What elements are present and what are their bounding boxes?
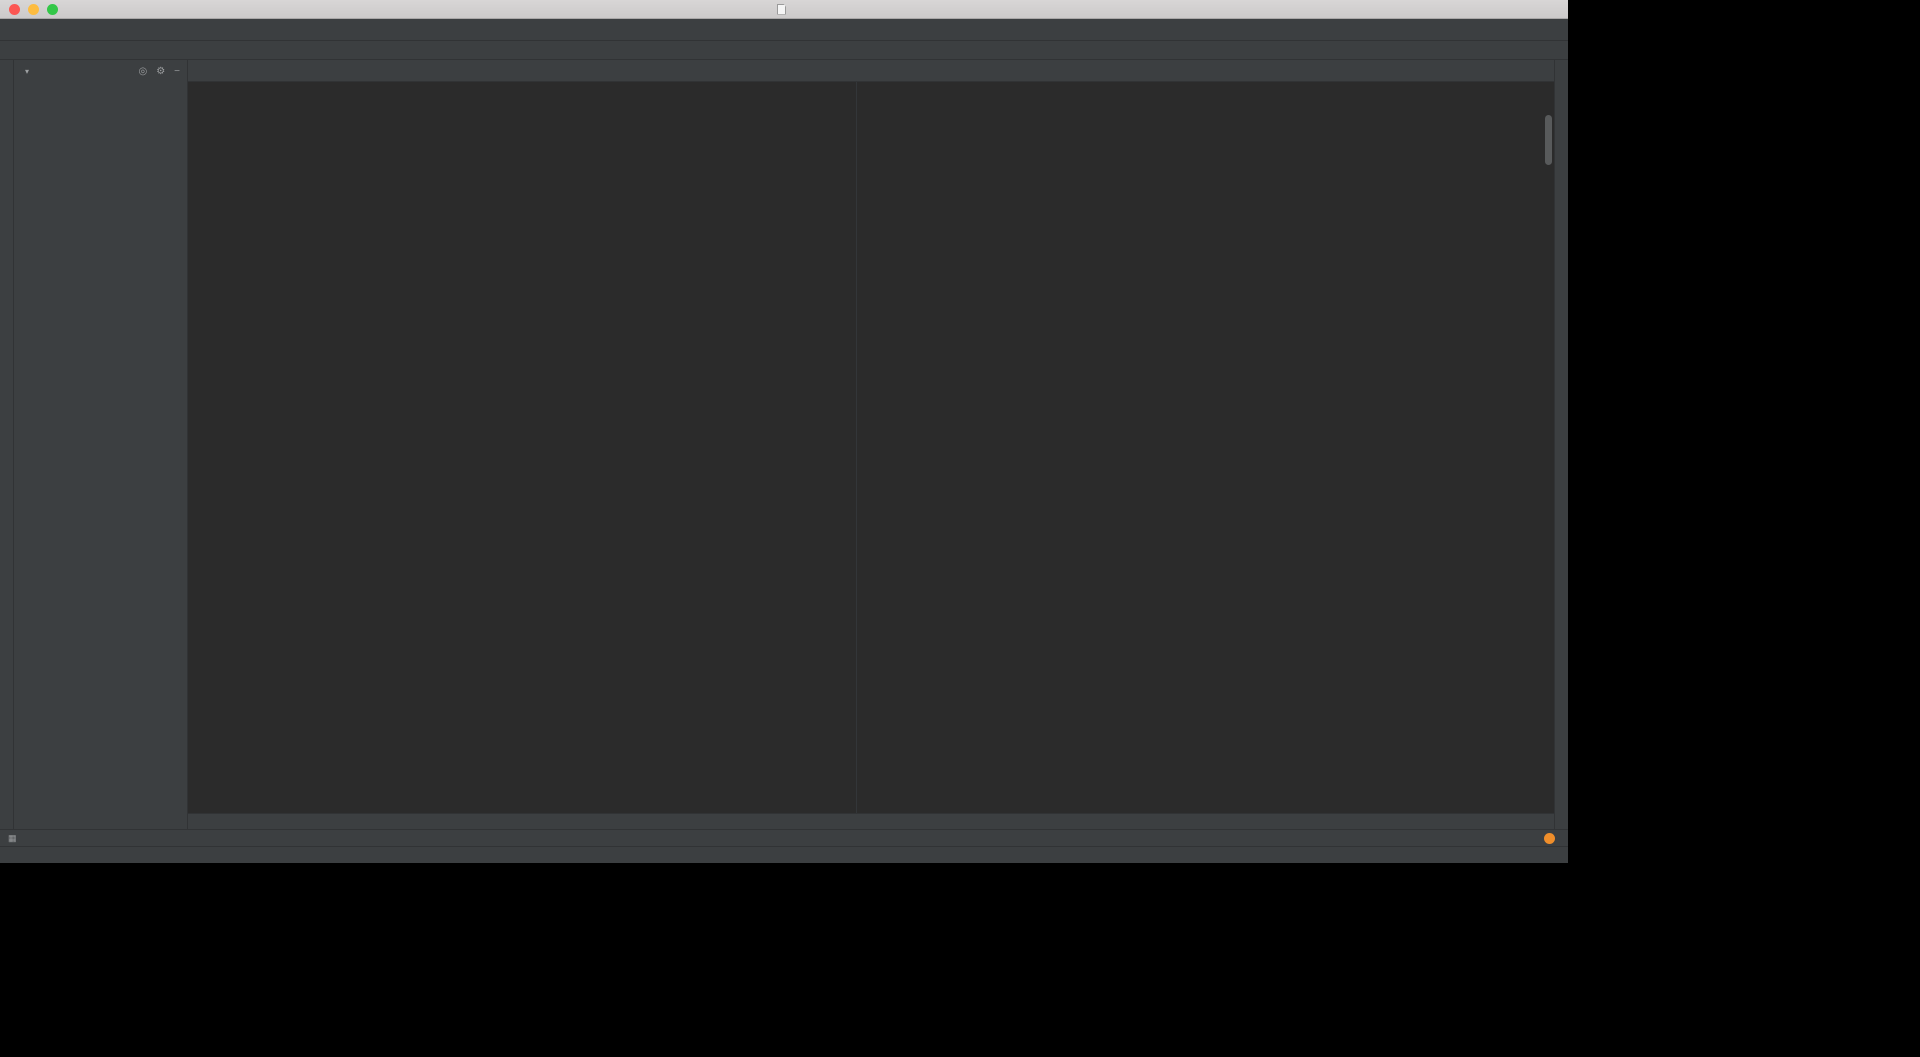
editor-area bbox=[188, 60, 1554, 829]
hide-panel-icon[interactable]: − bbox=[174, 66, 180, 77]
main-area: ▾ ◎ ⚙ − bbox=[0, 60, 1568, 829]
status-bar bbox=[0, 846, 1568, 863]
left-tool-stripe bbox=[0, 60, 14, 829]
ide-window: ▾ ◎ ⚙ − ▦ bbox=[0, 0, 1568, 863]
event-log-button[interactable] bbox=[1544, 832, 1560, 844]
right-margin-guide bbox=[856, 82, 857, 813]
project-panel: ▾ ◎ ⚙ − bbox=[14, 60, 188, 829]
locate-file-icon[interactable]: ◎ bbox=[138, 66, 147, 77]
window-title-wrap bbox=[0, 0, 1568, 18]
editor-scrollbar-thumb[interactable] bbox=[1545, 115, 1552, 165]
editor-tab-bar bbox=[188, 60, 1554, 82]
editor-breadcrumb-bar bbox=[188, 813, 1554, 829]
gear-icon[interactable]: ⚙ bbox=[156, 66, 165, 77]
window-file-icon bbox=[777, 3, 786, 15]
chevron-down-icon[interactable]: ▾ bbox=[25, 67, 29, 76]
event-log-badge bbox=[1544, 832, 1555, 844]
project-panel-actions: ◎ ⚙ − bbox=[138, 66, 180, 77]
navigation-bar bbox=[0, 41, 1568, 60]
right-tool-stripe bbox=[1554, 60, 1568, 829]
editor-viewport[interactable] bbox=[188, 82, 1554, 813]
project-tree[interactable] bbox=[14, 82, 187, 829]
project-panel-header: ▾ ◎ ⚙ − bbox=[14, 60, 187, 82]
toolwindow-switcher-icon[interactable]: ▦ bbox=[8, 833, 17, 843]
desktop: { "palette":{"chrome_bg":"#3c3f41","edit… bbox=[0, 0, 1920, 1057]
toolwindow-bar: ▦ bbox=[0, 829, 1568, 846]
toolbar bbox=[0, 19, 1568, 41]
title-bar bbox=[0, 0, 1568, 19]
